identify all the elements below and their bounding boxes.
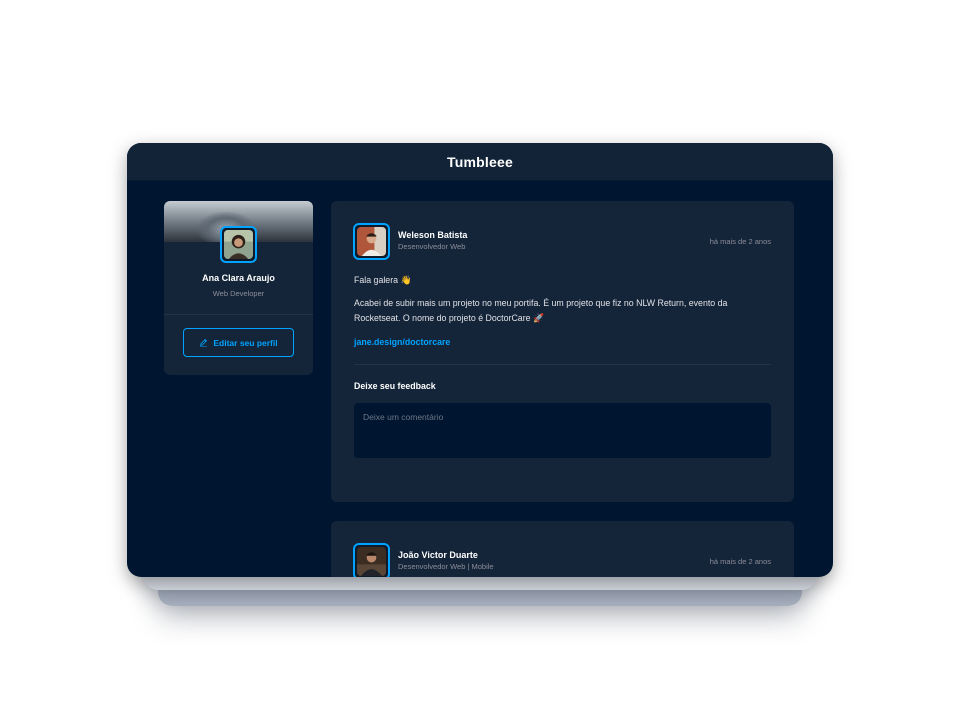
post-author-avatar[interactable]: [353, 223, 390, 260]
comment-input[interactable]: [354, 403, 771, 458]
edit-profile-button[interactable]: Editar seu perfil: [183, 328, 294, 357]
post-author-name: João Victor Duarte: [398, 550, 478, 560]
app-window: Tumbleee Ana Clara Araujo Web Developer: [127, 143, 833, 577]
post-card: João Victor Duarte Desenvolvedor Web | M…: [331, 521, 794, 577]
app-header: Tumbleee: [127, 143, 833, 181]
avatar-photo: [224, 230, 253, 259]
post-author-role: Desenvolvedor Web | Mobile: [398, 562, 494, 571]
post-link[interactable]: jane.design/doctorcare: [354, 337, 450, 347]
profile-sidebar: Ana Clara Araujo Web Developer Editar se…: [164, 201, 313, 375]
post-timestamp: há mais de 2 anos: [709, 237, 771, 246]
feedback-title: Deixe seu feedback: [354, 381, 436, 391]
pencil-icon: [200, 339, 208, 347]
sidebar-divider: [164, 314, 313, 315]
profile-name: Ana Clara Araujo: [202, 273, 275, 283]
post-author-name: Weleson Batista: [398, 230, 468, 240]
profile-avatar[interactable]: [220, 226, 257, 263]
post-author-role: Desenvolvedor Web: [398, 242, 466, 251]
post-card: Weleson Batista Desenvolvedor Web há mai…: [331, 201, 794, 502]
post-author-avatar[interactable]: [353, 543, 390, 577]
post-divider: [354, 364, 771, 365]
post-greeting: Fala galera 👋: [354, 275, 412, 285]
avatar-photo: [357, 227, 386, 256]
profile-role: Web Developer: [212, 289, 265, 298]
app-title: Tumbleee: [447, 153, 513, 170]
post-body: Acabei de subir mais um projeto no meu p…: [354, 298, 728, 323]
edit-profile-label: Editar seu perfil: [213, 337, 278, 348]
post-timestamp: há mais de 2 anos: [709, 557, 771, 566]
avatar-photo: [357, 547, 386, 576]
